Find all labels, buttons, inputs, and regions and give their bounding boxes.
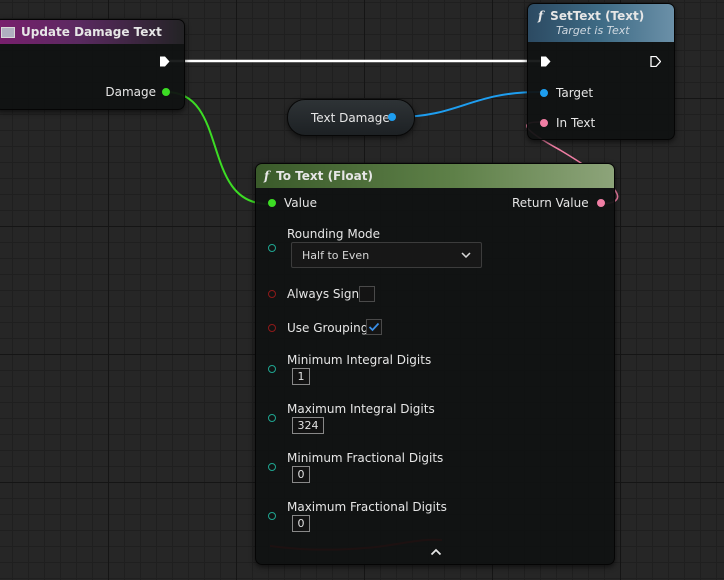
damage-pin-row[interactable]: Damage — [105, 85, 170, 99]
in-text-pin[interactable] — [540, 119, 548, 127]
max-fractional-label: Maximum Fractional Digits — [287, 500, 447, 514]
rounding-mode-label: Rounding Mode — [287, 227, 381, 241]
in-text-pin-label: In Text — [556, 116, 596, 130]
max-integral-label: Maximum Integral Digits — [287, 402, 435, 416]
target-pin-label: Target — [556, 86, 594, 100]
value-pin-label: Value — [284, 196, 317, 210]
always-sign-label: Always Sign — [287, 287, 360, 301]
exec-out-pin[interactable] — [159, 56, 170, 67]
function-f-icon: f — [538, 9, 544, 23]
damage-pin-label: Damage — [105, 85, 156, 99]
event-node-title: Update Damage Text — [21, 25, 162, 39]
in-text-pin-row[interactable]: In Text — [540, 116, 595, 130]
use-grouping-label: Use Grouping — [287, 321, 369, 335]
use-grouping-pin[interactable] — [268, 324, 276, 332]
value-pin-row[interactable]: Value — [268, 196, 317, 210]
to-text-node-title: To Text (Float) — [276, 169, 373, 183]
chevron-up-icon[interactable] — [430, 548, 442, 556]
function-f-icon: f — [264, 169, 270, 183]
always-sign-pin[interactable] — [268, 290, 276, 298]
min-integral-label: Minimum Integral Digits — [287, 353, 432, 367]
target-pin-row[interactable]: Target — [540, 86, 593, 100]
min-fractional-input[interactable]: 0 — [292, 466, 310, 483]
target-pin[interactable] — [540, 89, 548, 97]
max-fractional-pin[interactable] — [268, 512, 276, 520]
settext-exec-out-pin[interactable] — [650, 56, 661, 67]
event-icon — [1, 26, 15, 38]
rounding-mode-pin[interactable] — [268, 244, 276, 252]
rounding-mode-selected: Half to Even — [302, 248, 370, 262]
damage-pin[interactable] — [162, 88, 170, 96]
max-integral-input[interactable]: 324 — [292, 417, 324, 434]
rounding-mode-dropdown[interactable]: Half to Even — [291, 242, 482, 268]
always-sign-checkbox[interactable] — [359, 286, 375, 302]
chevron-down-icon — [461, 252, 471, 258]
value-pin[interactable] — [268, 199, 276, 207]
return-value-pin-row[interactable]: Return Value — [512, 196, 605, 210]
text-damage-output-pin[interactable] — [388, 113, 396, 121]
settext-node-subtitle: Target is Text — [556, 24, 630, 37]
settext-node-title: SetText (Text) — [550, 9, 645, 23]
max-integral-pin[interactable] — [268, 414, 276, 422]
settext-node[interactable]: f SetText (Text) Target is Text Target I… — [527, 3, 675, 140]
settext-exec-in-pin[interactable] — [540, 56, 551, 67]
event-node-header[interactable]: Update Damage Text — [0, 20, 184, 44]
min-integral-pin[interactable] — [268, 365, 276, 373]
use-grouping-checkbox[interactable] — [366, 319, 382, 335]
min-fractional-label: Minimum Fractional Digits — [287, 451, 444, 465]
text-damage-variable-label: Text Damage — [311, 110, 390, 125]
to-text-node-header[interactable]: f To Text (Float) — [256, 164, 614, 188]
min-fractional-pin[interactable] — [268, 463, 276, 471]
return-value-pin[interactable] — [596, 199, 605, 207]
min-integral-input[interactable]: 1 — [292, 368, 310, 385]
return-value-pin-label: Return Value — [512, 196, 589, 210]
variable-to-target-wire — [395, 91, 541, 118]
checkmark-icon — [368, 322, 380, 332]
event-node-update-damage-text[interactable]: Update Damage Text Damage — [0, 19, 185, 110]
settext-node-header[interactable]: f SetText (Text) Target is Text — [528, 4, 674, 42]
max-fractional-input[interactable]: 0 — [292, 515, 310, 532]
text-damage-variable-node[interactable]: Text Damage — [287, 99, 415, 136]
